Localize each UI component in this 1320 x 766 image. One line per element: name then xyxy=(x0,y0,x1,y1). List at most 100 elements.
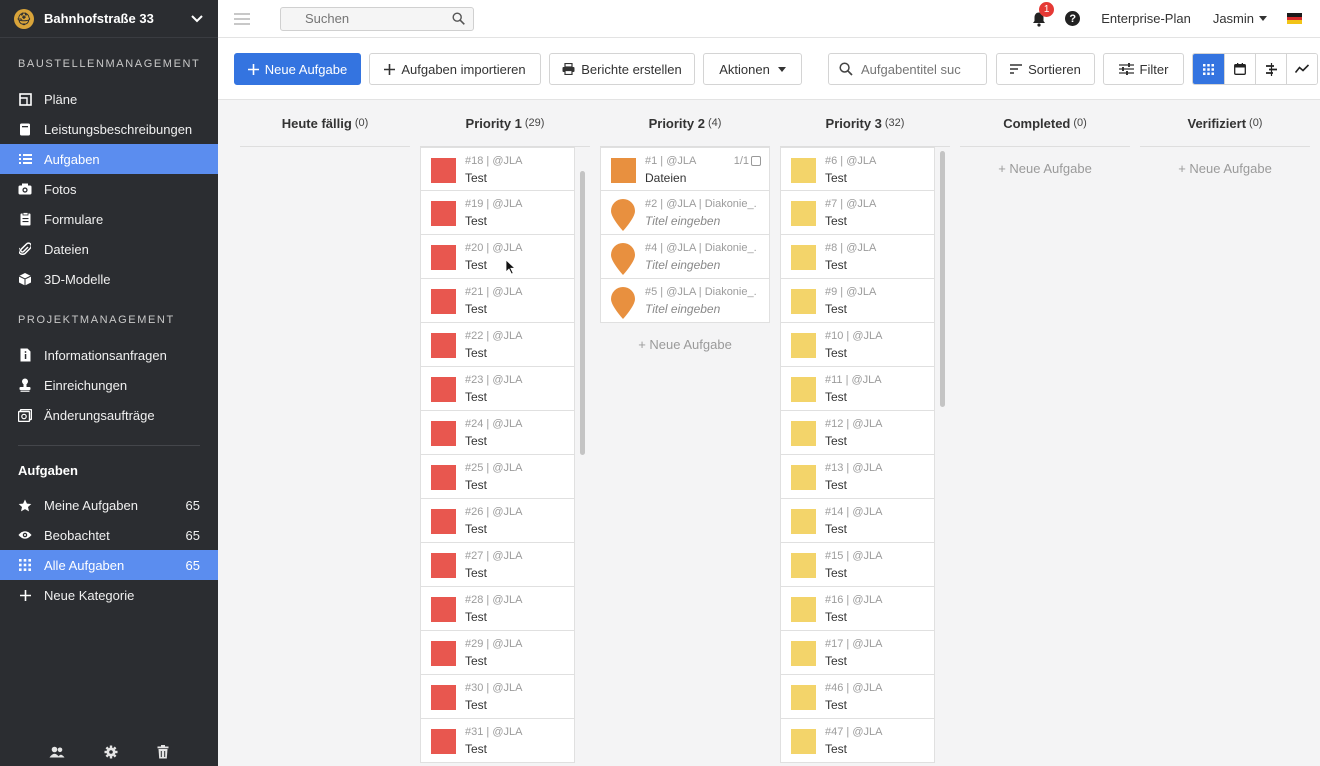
new-task-link[interactable]: + Neue Aufgabe xyxy=(600,337,770,352)
sidebar-item-label: Einreichungen xyxy=(44,377,128,393)
task-card[interactable]: #31 | @JLA Test xyxy=(420,719,575,763)
chevron-down-icon[interactable] xyxy=(190,12,204,26)
sidebar-item-3d-modelle[interactable]: 3D-Modelle xyxy=(0,264,218,294)
new-task-button[interactable]: Neue Aufgabe xyxy=(234,53,361,85)
create-reports-button[interactable]: Berichte erstellen xyxy=(549,53,695,85)
task-card[interactable]: #22 | @JLA Test xyxy=(420,323,575,367)
task-card[interactable]: #21 | @JLA Test xyxy=(420,279,575,323)
task-card[interactable]: #4 | @JLA | Diakonie_... Titel eingeben xyxy=(600,235,770,279)
task-card[interactable]: #13 | @JLA Test xyxy=(780,455,935,499)
user-menu[interactable]: Jasmin xyxy=(1213,11,1267,26)
task-card[interactable]: #10 | @JLA Test xyxy=(780,323,935,367)
task-card[interactable]: #19 | @JLA Test xyxy=(420,191,575,235)
task-meta: #9 | @JLA xyxy=(825,286,877,298)
task-card[interactable]: #25 | @JLA Test xyxy=(420,455,575,499)
calendar-icon xyxy=(1234,63,1246,75)
statistics-view-button[interactable] xyxy=(1286,54,1317,84)
sidebar-item-informationsanfragen[interactable]: Informationsanfragen xyxy=(0,340,218,370)
column-priority-2: Priority 2 (4) #1 | @JLA Dateien 1/1 #2 | @J… xyxy=(600,100,770,766)
sidebar-item-plaene[interactable]: Pläne xyxy=(0,84,218,114)
sidebar-item-fotos[interactable]: Fotos xyxy=(0,174,218,204)
task-card[interactable]: #16 | @JLA Test xyxy=(780,587,935,631)
list-icon xyxy=(18,152,32,166)
actions-label: Aktionen xyxy=(719,61,770,77)
help-icon[interactable]: ? xyxy=(1065,11,1081,26)
filter-button[interactable]: Filter xyxy=(1103,53,1184,85)
task-card[interactable]: #5 | @JLA | Diakonie_... Titel eingeben xyxy=(600,279,770,323)
calendar-view-button[interactable] xyxy=(1224,54,1255,84)
task-card[interactable]: #9 | @JLA Test xyxy=(780,279,935,323)
task-card[interactable]: #20 | @JLA Test xyxy=(420,235,575,279)
checklist-count: 1/1 xyxy=(733,155,749,167)
task-card[interactable]: #18 | @JLA Test xyxy=(420,147,575,191)
global-search[interactable] xyxy=(280,6,474,31)
task-card[interactable]: #26 | @JLA Test xyxy=(420,499,575,543)
task-meta: #12 | @JLA xyxy=(825,418,883,430)
task-card[interactable]: #8 | @JLA Test xyxy=(780,235,935,279)
gear-icon[interactable] xyxy=(104,745,118,759)
german-flag-icon[interactable] xyxy=(1287,13,1302,25)
info-doc-icon xyxy=(18,348,32,362)
global-search-input[interactable] xyxy=(305,11,452,26)
import-tasks-button[interactable]: Aufgaben importieren xyxy=(369,53,541,85)
printer-icon xyxy=(562,63,575,75)
task-count: 65 xyxy=(185,557,200,573)
notifications-button[interactable]: 1 xyxy=(1031,1,1055,27)
task-card[interactable]: #47 | @JLA Test xyxy=(780,719,935,763)
task-meta: #25 | @JLA xyxy=(465,462,523,474)
task-card[interactable]: #29 | @JLA Test xyxy=(420,631,575,675)
priority-swatch xyxy=(791,509,816,534)
sidebar-item-meine-aufgaben[interactable]: Meine Aufgaben 65 xyxy=(0,490,218,520)
task-card[interactable]: #17 | @JLA Test xyxy=(780,631,935,675)
task-title-search-input[interactable] xyxy=(861,61,971,77)
task-card[interactable]: #1 | @JLA Dateien 1/1 xyxy=(600,147,770,191)
sidebar: ⛑ Bahnhofstraße 33 BAUSTELLENMANAGEMENT … xyxy=(0,0,218,766)
task-card[interactable]: #30 | @JLA Test xyxy=(420,675,575,719)
board-view-button[interactable] xyxy=(1193,54,1224,84)
task-card[interactable]: #14 | @JLA Test xyxy=(780,499,935,543)
priority-swatch xyxy=(431,201,456,226)
new-task-link[interactable]: + Neue Aufgabe xyxy=(1140,161,1310,176)
project-switcher[interactable]: ⛑ Bahnhofstraße 33 xyxy=(0,0,218,38)
sidebar-item-dateien[interactable]: Dateien xyxy=(0,234,218,264)
column-header: Priority 3 (32) xyxy=(780,100,950,147)
trash-icon[interactable] xyxy=(157,745,169,759)
task-card[interactable]: #12 | @JLA Test xyxy=(780,411,935,455)
scrollbar-thumb[interactable] xyxy=(940,151,945,407)
sidebar-item-alle-aufgaben[interactable]: Alle Aufgaben 65 xyxy=(0,550,218,580)
actions-dropdown[interactable]: Aktionen xyxy=(703,53,802,85)
team-icon[interactable] xyxy=(49,746,65,758)
hamburger-menu-icon[interactable] xyxy=(234,12,250,25)
task-title-search[interactable] xyxy=(828,53,987,85)
sidebar-item-neue-kategorie[interactable]: Neue Kategorie xyxy=(0,580,218,610)
sidebar-item-aenderungsauftraege[interactable]: Änderungsaufträge xyxy=(0,400,218,430)
task-card[interactable]: #23 | @JLA Test xyxy=(420,367,575,411)
plan-label[interactable]: Enterprise-Plan xyxy=(1101,11,1191,26)
column-header: Priority 1 (29) xyxy=(420,100,590,147)
sidebar-item-leistungsbeschreibungen[interactable]: Leistungsbeschreibungen xyxy=(0,114,218,144)
sidebar-item-formulare[interactable]: Formulare xyxy=(0,204,218,234)
sort-button[interactable]: Sortieren xyxy=(996,53,1095,85)
sidebar-item-einreichungen[interactable]: Einreichungen xyxy=(0,370,218,400)
task-card[interactable]: #6 | @JLA Test xyxy=(780,147,935,191)
task-card[interactable]: #46 | @JLA Test xyxy=(780,675,935,719)
task-card[interactable]: #15 | @JLA Test xyxy=(780,543,935,587)
task-card[interactable]: #24 | @JLA Test xyxy=(420,411,575,455)
section-title-baustellenmanagement: BAUSTELLENMANAGEMENT xyxy=(18,58,201,70)
priority-swatch xyxy=(431,289,456,314)
priority-swatch xyxy=(791,597,816,622)
priority-swatch xyxy=(791,289,816,314)
priority-swatch xyxy=(791,729,816,754)
scrollbar-thumb[interactable] xyxy=(580,171,585,455)
task-card[interactable]: #27 | @JLA Test xyxy=(420,543,575,587)
priority-swatch xyxy=(431,158,456,183)
task-card[interactable]: #11 | @JLA Test xyxy=(780,367,935,411)
task-card[interactable]: #2 | @JLA | Diakonie_... Titel eingeben xyxy=(600,191,770,235)
task-card[interactable]: #28 | @JLA Test xyxy=(420,587,575,631)
sidebar-item-aufgaben[interactable]: Aufgaben xyxy=(0,144,218,174)
sidebar-item-beobachtet[interactable]: Beobachtet 65 xyxy=(0,520,218,550)
new-task-link[interactable]: + Neue Aufgabe xyxy=(960,161,1130,176)
task-card[interactable]: #7 | @JLA Test xyxy=(780,191,935,235)
search-icon[interactable] xyxy=(452,12,465,25)
gantt-view-button[interactable] xyxy=(1255,54,1286,84)
